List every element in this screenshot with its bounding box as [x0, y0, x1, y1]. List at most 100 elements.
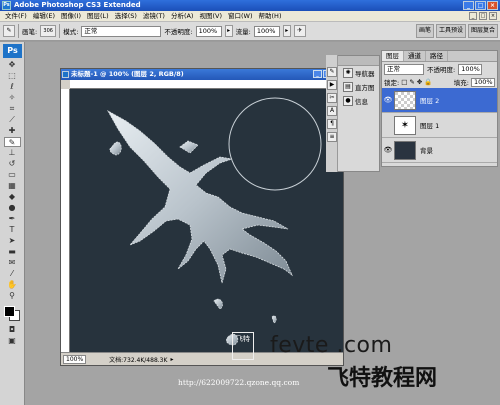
eraser-tool-icon[interactable]: ▭ — [4, 170, 21, 180]
menu-help[interactable]: 帮助(H) — [256, 11, 285, 22]
opacity-pressure-icon[interactable]: ▸ — [224, 25, 233, 37]
watermark-chinese: 飞特教程网 — [327, 366, 438, 391]
well-layer-comps[interactable]: 图层复合 — [467, 24, 498, 38]
lock-transparency-icon[interactable]: □ — [401, 78, 407, 86]
menu-file[interactable]: 文件(F) — [2, 11, 30, 22]
vertical-ruler — [61, 89, 70, 353]
watermark-stamp: 飞特 — [232, 332, 254, 360]
dodge-tool-icon[interactable]: ● — [4, 203, 21, 213]
well-brushes[interactable]: 画笔 — [415, 24, 434, 38]
brush-picker-button[interactable]: 306 — [40, 25, 57, 37]
well-tool-presets[interactable]: 工具预设 — [435, 24, 466, 38]
blend-mode-select[interactable]: 正常 — [384, 63, 424, 75]
crop-tool-icon[interactable]: ⌗ — [4, 104, 21, 114]
color-swatches[interactable] — [3, 305, 21, 321]
ellipse-selection-outline — [228, 97, 322, 191]
foreground-color-swatch[interactable] — [4, 306, 15, 317]
history-brush-tool-icon[interactable]: ↺ — [4, 159, 21, 169]
tab-paths[interactable]: 路径 — [426, 51, 448, 61]
screen-mode-icon[interactable]: ▣ — [4, 336, 21, 346]
layer-name: 图层 2 — [420, 97, 440, 105]
doc-close-button[interactable]: × — [489, 12, 497, 20]
blur-tool-icon[interactable]: ◆ — [4, 192, 21, 202]
visibility-eye-icon[interactable]: 👁 — [382, 146, 394, 154]
character-panel-icon[interactable]: A — [327, 106, 337, 116]
lasso-tool-icon[interactable]: ℓ — [4, 82, 21, 92]
tab-layers[interactable]: 图层 — [382, 51, 404, 61]
pen-tool-icon[interactable]: ✒ — [4, 214, 21, 224]
navigator-icon: ✺ — [343, 68, 353, 78]
brush-panel-icon[interactable]: ✎ — [327, 67, 337, 77]
fill-label: 填充: — [453, 79, 469, 87]
document-icon — [62, 71, 69, 78]
info-label: 信息 — [355, 98, 368, 106]
notes-tool-icon[interactable]: ✉ — [4, 258, 21, 268]
doc-restore-button[interactable]: □ — [479, 12, 487, 20]
eyedropper-tool-icon[interactable]: ⁄ — [4, 269, 21, 279]
lock-all-icon[interactable]: 🔒 — [424, 78, 432, 86]
brush-tool-icon[interactable]: ✎ — [3, 137, 21, 147]
app-title-bar: Ps Adobe Photoshop CS3 Extended _ □ × — [0, 0, 500, 11]
tab-channels[interactable]: 通道 — [404, 51, 426, 61]
menu-select[interactable]: 选择(S) — [112, 11, 140, 22]
menu-analysis[interactable]: 分析(A) — [168, 11, 197, 22]
gradient-tool-icon[interactable]: ▦ — [4, 181, 21, 191]
status-menu-arrow-icon[interactable]: ▸ — [170, 356, 173, 363]
layer-name: 背景 — [420, 147, 433, 155]
brush-preset-icon[interactable]: ✎ — [3, 25, 15, 37]
tool-presets-icon[interactable]: ▶ — [327, 80, 337, 90]
document-title-bar[interactable]: 未标题-1 @ 100% (图层 2, RGB/8) _ □ × — [61, 69, 343, 80]
layer-row-background[interactable]: 👁 背景 — [382, 138, 497, 163]
shape-tool-icon[interactable]: ▬ — [4, 247, 21, 257]
quick-mask-icon[interactable]: ◘ — [4, 325, 21, 335]
document-size-info: 文档:732.4K/488.3K — [109, 356, 168, 364]
doc-window-minimize-button[interactable]: _ — [313, 70, 322, 78]
layer-row-layer2[interactable]: 👁 图层 2 — [382, 88, 497, 113]
layers-panel-tabs: 图层 通道 路径 — [382, 51, 497, 62]
zoom-tool-icon[interactable]: ⚲ — [4, 291, 21, 301]
brush-size-value: 306 — [43, 28, 53, 34]
panel-icon-strip: ✎ ▶ ✂ A ¶ ≡ — [326, 55, 338, 172]
opacity-input[interactable]: 100% — [195, 25, 222, 37]
close-button[interactable]: × — [487, 1, 498, 10]
menu-window[interactable]: 窗口(W) — [225, 11, 256, 22]
slice-tool-icon[interactable]: ⟋ — [4, 115, 21, 125]
minimize-button[interactable]: _ — [463, 1, 474, 10]
clone-source-icon[interactable]: ✂ — [327, 93, 337, 103]
layer-thumbnail: ✶ — [394, 115, 416, 135]
document-window: 未标题-1 @ 100% (图层 2, RGB/8) _ □ × — [60, 68, 344, 366]
doc-minimize-button[interactable]: _ — [469, 12, 477, 20]
clone-stamp-tool-icon[interactable]: ⊥ — [4, 148, 21, 158]
menu-layer[interactable]: 图层(L) — [84, 11, 112, 22]
type-tool-icon[interactable]: T — [4, 225, 21, 235]
healing-brush-tool-icon[interactable]: ✚ — [4, 126, 21, 136]
hand-tool-icon[interactable]: ✋ — [4, 280, 21, 290]
airbrush-icon[interactable]: ✈ — [293, 25, 306, 37]
menu-bar: 文件(F) 编辑(E) 图像(I) 图层(L) 选择(S) 滤镜(T) 分析(A… — [0, 11, 500, 22]
mode-select[interactable]: 正常 — [81, 25, 162, 37]
zoom-level[interactable]: 100% — [63, 354, 87, 364]
layer-comps-icon[interactable]: ≡ — [327, 132, 337, 142]
path-selection-tool-icon[interactable]: ➤ — [4, 236, 21, 246]
magic-wand-tool-icon[interactable]: ✧ — [4, 93, 21, 103]
lock-position-icon[interactable]: ✥ — [417, 78, 422, 86]
fill-input[interactable]: 100% — [471, 77, 495, 87]
menu-image[interactable]: 图像(I) — [58, 11, 84, 22]
menu-filter[interactable]: 滤镜(T) — [140, 11, 168, 22]
flow-input[interactable]: 100% — [253, 25, 280, 37]
layer-opacity-input[interactable]: 100% — [458, 63, 483, 75]
menu-view[interactable]: 视图(V) — [196, 11, 225, 22]
toolbox: Ps ✥ ⬚ ℓ ✧ ⌗ ⟋ ✚ ✎ ⊥ ↺ ▭ ▦ ◆ ● ✒ T ➤ ▬ ✉… — [0, 42, 25, 405]
lock-pixels-icon[interactable]: ✎ — [409, 78, 414, 86]
canvas[interactable] — [70, 89, 343, 353]
layer-row-layer1[interactable]: ✶ 图层 1 — [382, 113, 497, 138]
visibility-eye-icon[interactable]: 👁 — [382, 96, 394, 104]
divider — [59, 24, 61, 38]
menu-edit[interactable]: 编辑(E) — [30, 11, 58, 22]
paragraph-panel-icon[interactable]: ¶ — [327, 119, 337, 129]
canvas-artwork — [106, 97, 322, 346]
maximize-button[interactable]: □ — [475, 1, 486, 10]
move-tool-icon[interactable]: ✥ — [4, 60, 21, 70]
flow-pressure-icon[interactable]: ▸ — [282, 25, 291, 37]
marquee-tool-icon[interactable]: ⬚ — [4, 71, 21, 81]
